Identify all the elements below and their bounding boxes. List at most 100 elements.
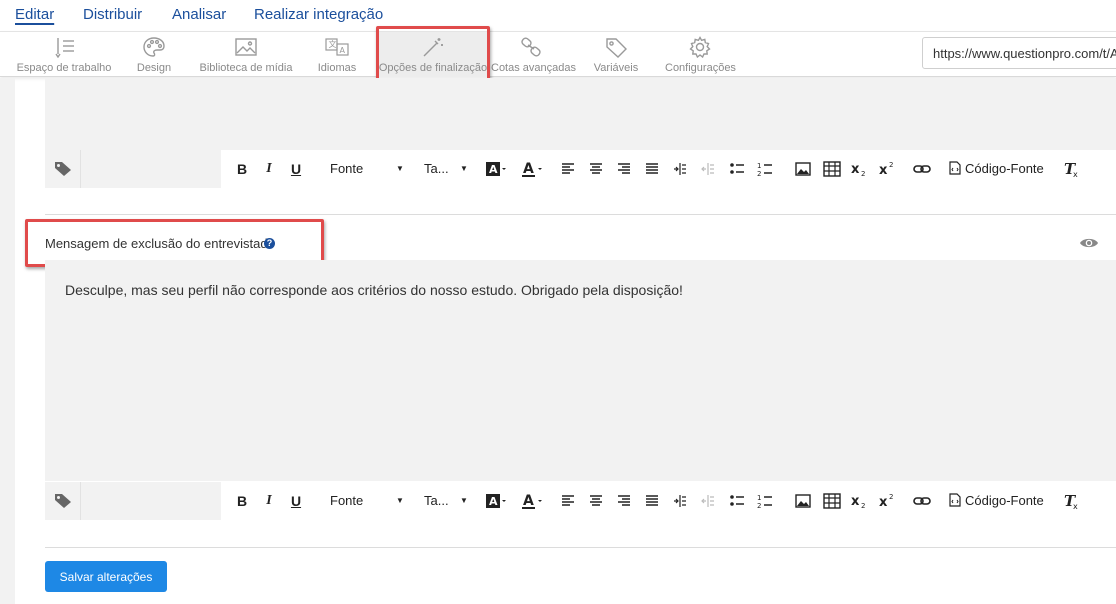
source-code-button[interactable]: Código-Fonte bbox=[949, 159, 1049, 179]
preview-eye-icon[interactable] bbox=[1079, 236, 1099, 255]
tool-label: Espaço de trabalho bbox=[16, 62, 112, 74]
source-code-label: Código-Fonte bbox=[965, 161, 1044, 176]
text-color-button[interactable]: A bbox=[521, 491, 545, 511]
link-icon bbox=[913, 497, 931, 505]
save-changes-button[interactable]: Salvar alterações bbox=[45, 561, 167, 592]
bold-button[interactable]: B bbox=[235, 159, 249, 179]
align-left-icon bbox=[562, 163, 574, 174]
size-select[interactable]: Ta... ▼ bbox=[424, 159, 468, 179]
svg-text:x: x bbox=[1073, 170, 1078, 179]
svg-text:x: x bbox=[851, 162, 860, 177]
justify-button[interactable] bbox=[645, 491, 661, 511]
nav-editar[interactable]: Editar bbox=[15, 6, 54, 23]
previous-editor-area[interactable] bbox=[45, 78, 1116, 150]
numbered-list-button[interactable]: 12 bbox=[757, 159, 773, 179]
tool-idiomas[interactable]: 文 A Idiomas bbox=[313, 32, 361, 77]
align-center-button[interactable] bbox=[589, 159, 605, 179]
nav-realizar-integracao[interactable]: Realizar integração bbox=[254, 6, 383, 23]
tool-cotas-avancadas[interactable]: Cotas avançadas bbox=[491, 32, 576, 77]
numbered-list-button[interactable]: 12 bbox=[757, 491, 773, 511]
svg-text:2: 2 bbox=[861, 502, 865, 510]
font-select[interactable]: Fonte ▼ bbox=[330, 491, 404, 511]
svg-text:2: 2 bbox=[861, 170, 865, 178]
text-color-button[interactable]: A bbox=[521, 159, 545, 179]
outdent-button bbox=[701, 491, 717, 511]
tool-variaveis[interactable]: Variáveis bbox=[591, 32, 641, 77]
align-right-icon bbox=[618, 163, 630, 174]
numbered-list-icon: 12 bbox=[757, 494, 772, 510]
clear-format-button[interactable]: Tx bbox=[1063, 491, 1081, 511]
rte-buttons: B I U Fonte ▼ Ta... ▼ A A 12 x2 x2 Código-… bbox=[221, 150, 1103, 188]
subscript-icon: x2 bbox=[851, 162, 865, 178]
exclusion-message-editor[interactable]: Desculpe, mas seu perfil não corresponde… bbox=[45, 260, 1116, 481]
image-icon bbox=[795, 162, 811, 176]
tool-opcoes-de-finalizacao[interactable]: Opções de finalização bbox=[378, 32, 488, 77]
subscript-button[interactable]: x2 bbox=[851, 159, 869, 179]
underline-button[interactable]: U bbox=[289, 491, 303, 511]
font-select[interactable]: Fonte ▼ bbox=[330, 159, 404, 179]
size-select[interactable]: Ta... ▼ bbox=[424, 491, 468, 511]
clear-format-button[interactable]: Tx bbox=[1063, 159, 1081, 179]
svg-text:x: x bbox=[851, 494, 860, 509]
align-left-button[interactable] bbox=[561, 491, 577, 511]
background-color-icon: A bbox=[486, 494, 506, 508]
tool-design[interactable]: Design bbox=[130, 32, 178, 77]
background-color-icon: A bbox=[486, 162, 506, 176]
underline-button[interactable]: U bbox=[289, 159, 303, 179]
align-right-button[interactable] bbox=[617, 159, 633, 179]
align-center-button[interactable] bbox=[589, 491, 605, 511]
bulleted-list-button[interactable] bbox=[729, 491, 745, 511]
justify-icon bbox=[646, 495, 658, 506]
superscript-button[interactable]: x2 bbox=[879, 491, 897, 511]
insert-link-button[interactable] bbox=[913, 159, 931, 179]
insert-image-button[interactable] bbox=[795, 491, 813, 511]
survey-url-field[interactable]: https://www.questionpro.com/t/A bbox=[922, 37, 1116, 69]
link-icon bbox=[913, 165, 931, 173]
tool-biblioteca-de-midia[interactable]: Biblioteca de mídia bbox=[196, 32, 296, 77]
exclusion-message-text[interactable]: Desculpe, mas seu perfil não corresponde… bbox=[65, 282, 683, 298]
workspace-icon bbox=[55, 38, 74, 58]
help-icon[interactable]: ? bbox=[264, 238, 275, 249]
bold-button[interactable]: B bbox=[235, 491, 249, 511]
numbered-list-icon: 12 bbox=[757, 162, 772, 178]
indent-button[interactable] bbox=[673, 491, 689, 511]
bulleted-list-icon bbox=[730, 495, 744, 506]
tool-configuracoes[interactable]: Configurações bbox=[665, 32, 736, 77]
subscript-icon: x2 bbox=[851, 494, 865, 510]
italic-button[interactable]: I bbox=[263, 159, 275, 179]
insert-table-button[interactable] bbox=[823, 491, 841, 511]
font-select-label: Fonte bbox=[330, 161, 364, 176]
tag-icon bbox=[55, 162, 71, 176]
svg-text:A: A bbox=[523, 161, 534, 177]
bulleted-list-icon bbox=[730, 163, 744, 174]
align-left-button[interactable] bbox=[561, 159, 577, 179]
text-color-icon: A bbox=[522, 493, 542, 509]
tool-espaco-de-trabalho[interactable]: Espaço de trabalho bbox=[15, 32, 113, 77]
indent-button[interactable] bbox=[673, 159, 689, 179]
nav-distribuir[interactable]: Distribuir bbox=[83, 6, 142, 23]
nav-analisar[interactable]: Analisar bbox=[172, 6, 226, 23]
svg-text:文: 文 bbox=[329, 39, 337, 49]
italic-button[interactable]: I bbox=[263, 491, 275, 511]
section-divider bbox=[45, 547, 1116, 548]
insert-image-button[interactable] bbox=[795, 159, 813, 179]
insert-tag-button[interactable] bbox=[45, 150, 81, 188]
tool-label: Configurações bbox=[665, 62, 736, 74]
rich-text-toolbar: B I U Fonte ▼ Ta... ▼ A A 12 x2 x2 Código-… bbox=[45, 150, 1103, 188]
bg-color-button[interactable]: A bbox=[485, 159, 509, 179]
bg-color-button[interactable]: A bbox=[485, 491, 509, 511]
insert-tag-button[interactable] bbox=[45, 482, 81, 520]
source-code-button[interactable]: Código-Fonte bbox=[949, 491, 1049, 511]
svg-text:2: 2 bbox=[757, 170, 761, 178]
insert-link-button[interactable] bbox=[913, 491, 931, 511]
tool-label: Cotas avançadas bbox=[491, 62, 576, 74]
bulleted-list-button[interactable] bbox=[729, 159, 745, 179]
font-select-label: Fonte bbox=[330, 493, 364, 508]
align-right-button[interactable] bbox=[617, 491, 633, 511]
superscript-button[interactable]: x2 bbox=[879, 159, 897, 179]
insert-table-button[interactable] bbox=[823, 159, 841, 179]
subscript-button[interactable]: x2 bbox=[851, 491, 869, 511]
justify-button[interactable] bbox=[645, 159, 661, 179]
superscript-icon: x2 bbox=[879, 161, 893, 178]
outdent-icon bbox=[701, 163, 714, 175]
